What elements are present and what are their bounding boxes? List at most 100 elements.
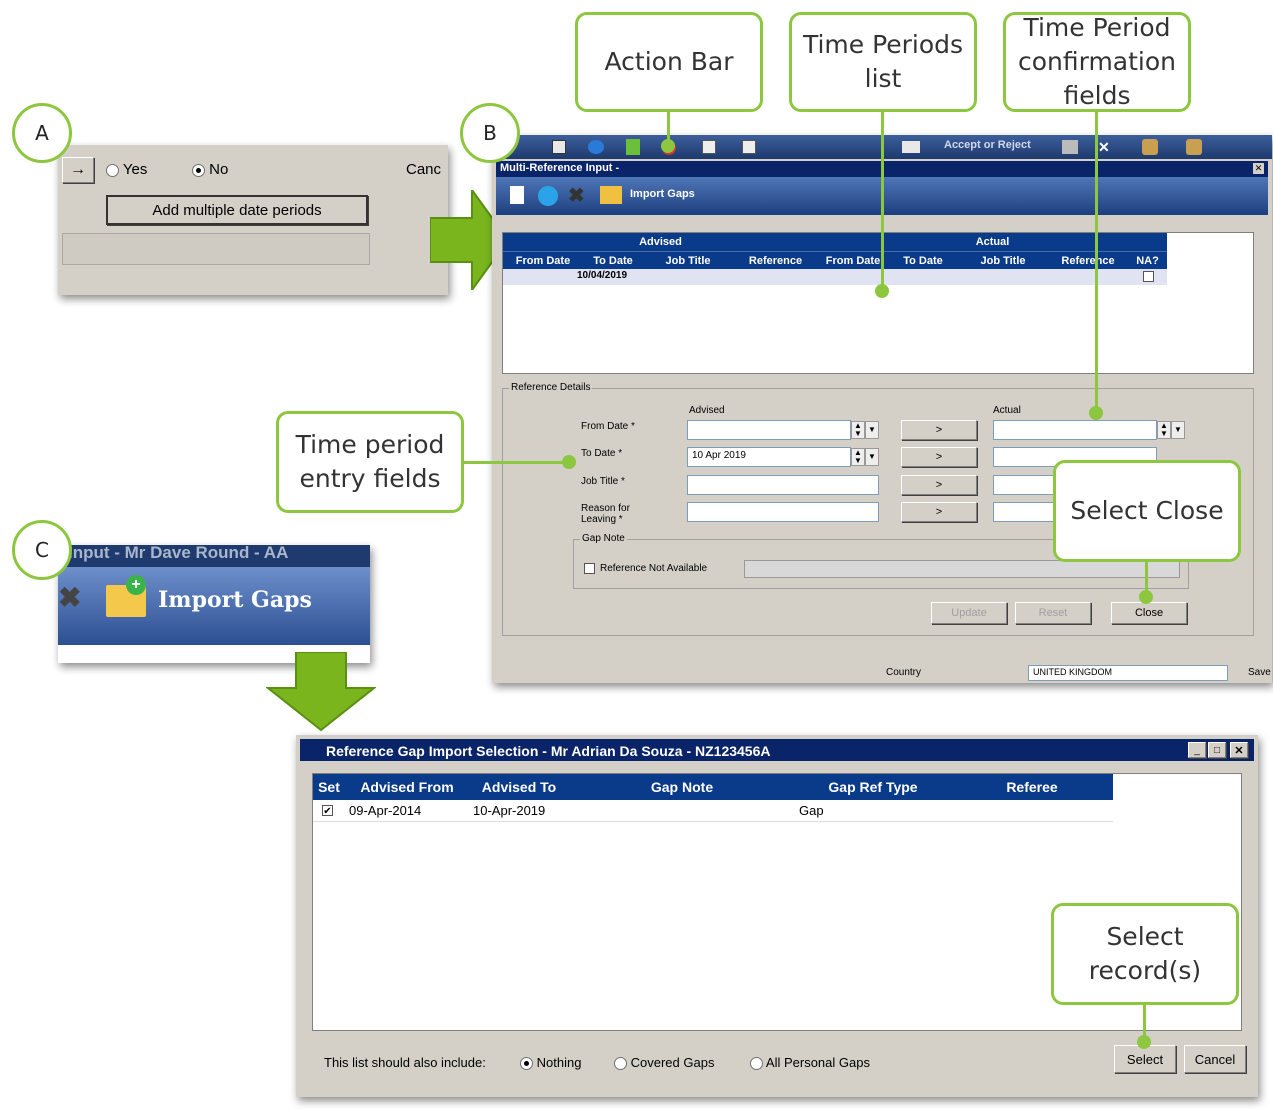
actual-from-date-field[interactable]	[993, 420, 1157, 440]
entry-fields-callout: Time period entry fields	[276, 411, 464, 513]
panel-c-title-fragment: Input - Mr Dave Round - AA	[68, 545, 289, 562]
na-checkbox[interactable]	[1143, 271, 1154, 282]
to-date-label: To Date *	[581, 448, 623, 459]
refresh-icon[interactable]	[538, 186, 558, 206]
option-covered-gaps[interactable]: Covered Gaps	[614, 1055, 714, 1071]
marker-b: B	[460, 103, 520, 163]
actual-label: Actual	[993, 405, 1021, 416]
advised-job-title-field[interactable]	[687, 475, 879, 495]
column-header[interactable]: Job Title	[643, 252, 733, 269]
copy-job-title-button[interactable]: >	[901, 475, 977, 495]
column-header[interactable]: Set	[313, 774, 345, 800]
window-title: Multi-Reference Input -	[500, 162, 620, 174]
column-header[interactable]: Advised From	[345, 774, 469, 800]
save-icon[interactable]	[552, 140, 566, 154]
no-label: No	[209, 161, 229, 178]
column-header[interactable]: From Date	[503, 252, 583, 269]
confirmation-fields-callout: Time Period confirmation fields	[1003, 12, 1191, 112]
marker-a: A	[12, 103, 72, 163]
copy-icon[interactable]	[702, 140, 716, 154]
column-header[interactable]: Job Title	[958, 252, 1048, 269]
folder-icon[interactable]	[902, 141, 920, 153]
close-button[interactable]: Close	[1111, 602, 1187, 624]
action-bar-callout: Action Bar	[575, 12, 763, 112]
column-header[interactable]: Gap Ref Type	[795, 774, 951, 800]
column-header[interactable]: Reference	[733, 252, 818, 269]
set-checkbox[interactable]: ✔	[322, 805, 333, 817]
panel-c: Input - Mr Dave Round - AA ✖ + Import Ga…	[58, 545, 370, 663]
new-document-icon[interactable]	[510, 186, 524, 204]
column-header[interactable]: Gap Note	[569, 774, 795, 800]
accept-or-reject[interactable]: Accept or Reject	[944, 139, 1031, 151]
from-date-label: From Date *	[581, 421, 635, 432]
column-header[interactable]: Reference	[1048, 252, 1128, 269]
option-label: All Personal Gaps	[765, 1055, 870, 1070]
help-icon[interactable]	[1186, 139, 1202, 155]
include-label: This list should also include:	[324, 1055, 486, 1070]
cross-icon[interactable]: ✕	[1098, 139, 1110, 156]
column-header[interactable]: To Date	[888, 252, 958, 269]
advised-reason-field[interactable]	[687, 502, 879, 522]
column-header[interactable]: Advised To	[469, 774, 569, 800]
spin-icon[interactable]: ▲ ▼	[1157, 421, 1171, 439]
country-label: Country	[886, 667, 922, 678]
delete-icon[interactable]: ✖	[58, 581, 81, 614]
country-select[interactable]: UNITED KINGDOM	[1028, 665, 1228, 681]
import-gaps-icon[interactable]	[600, 186, 622, 204]
tool-icon[interactable]	[1142, 139, 1158, 155]
table-row[interactable]: 10/04/2019	[503, 269, 1167, 285]
advised-label: Advised	[689, 405, 725, 416]
copy-to-date-button[interactable]: >	[901, 447, 977, 467]
import-gaps-button[interactable]: Import Gaps	[630, 188, 695, 200]
dialog-title: Reference Gap Import Selection - Mr Adri…	[326, 743, 771, 759]
dropdown-icon[interactable]: ▼	[865, 421, 879, 439]
spin-icon[interactable]: ▲ ▼	[851, 421, 865, 439]
select-close-callout: Select Close	[1053, 460, 1241, 562]
column-header[interactable]: NA?	[1128, 252, 1167, 269]
dropdown-icon[interactable]: ▼	[1171, 421, 1185, 439]
gap-ref-type-cell: Gap	[799, 803, 824, 818]
option-label: Nothing	[536, 1055, 582, 1070]
yes-radio[interactable]: Yes	[106, 161, 147, 178]
window-close-icon[interactable]: ✕	[1253, 163, 1264, 174]
reference-not-available-checkbox[interactable]	[584, 563, 595, 574]
save-fragment[interactable]: Save	[1248, 667, 1271, 678]
import-gaps-button[interactable]: Import Gaps	[158, 587, 312, 613]
update-button[interactable]: Update	[931, 602, 1007, 624]
reference-details-label: Reference Details	[509, 382, 593, 393]
option-nothing[interactable]: Nothing	[520, 1055, 582, 1071]
reset-button[interactable]: Reset	[1015, 602, 1091, 624]
delete-icon[interactable]: ✖	[568, 183, 585, 208]
column-header[interactable]: From Date	[818, 252, 888, 269]
tick-icon[interactable]	[1062, 140, 1078, 154]
check-icon[interactable]	[742, 140, 756, 154]
refresh-icon[interactable]	[588, 140, 604, 154]
marker-c: C	[12, 520, 72, 580]
select-button[interactable]: Select	[1114, 1045, 1176, 1073]
advised-group-header: Advised	[639, 236, 682, 248]
no-radio[interactable]: No	[192, 161, 228, 178]
advised-from-cell: 09-Apr-2014	[349, 803, 422, 818]
spin-icon[interactable]: ▲ ▼	[851, 448, 865, 466]
time-periods-list: Advised Actual From Date To Date Job Tit…	[502, 232, 1254, 374]
table-row[interactable]: ✔ 09-Apr-2014 10-Apr-2019 Gap	[313, 800, 1113, 822]
copy-reason-button[interactable]: >	[901, 502, 977, 522]
add-multiple-date-periods-button[interactable]: Add multiple date periods	[106, 195, 368, 225]
import-gaps-icon[interactable]: +	[106, 575, 146, 617]
minimize-icon[interactable]: _	[1188, 742, 1206, 758]
advised-to-date-field[interactable]: 10 Apr 2019	[687, 447, 851, 467]
column-header[interactable]: Referee	[951, 774, 1113, 800]
cancel-button[interactable]: Cancel	[1184, 1045, 1246, 1073]
column-header[interactable]: To Date	[583, 252, 643, 269]
actual-group-header: Actual	[975, 236, 1010, 248]
advised-from-date-field[interactable]	[687, 420, 851, 440]
gap-note-field[interactable]	[744, 560, 1180, 578]
flag-icon[interactable]	[626, 139, 640, 155]
option-all-personal-gaps[interactable]: All Personal Gaps	[750, 1055, 870, 1071]
arrow-button[interactable]: →	[62, 157, 94, 183]
copy-from-date-button[interactable]: >	[901, 420, 977, 440]
cancel-fragment[interactable]: Canc	[406, 161, 441, 178]
maximize-icon[interactable]: □	[1208, 742, 1226, 758]
dropdown-icon[interactable]: ▼	[865, 448, 879, 466]
close-icon[interactable]: ✕	[1230, 742, 1248, 758]
